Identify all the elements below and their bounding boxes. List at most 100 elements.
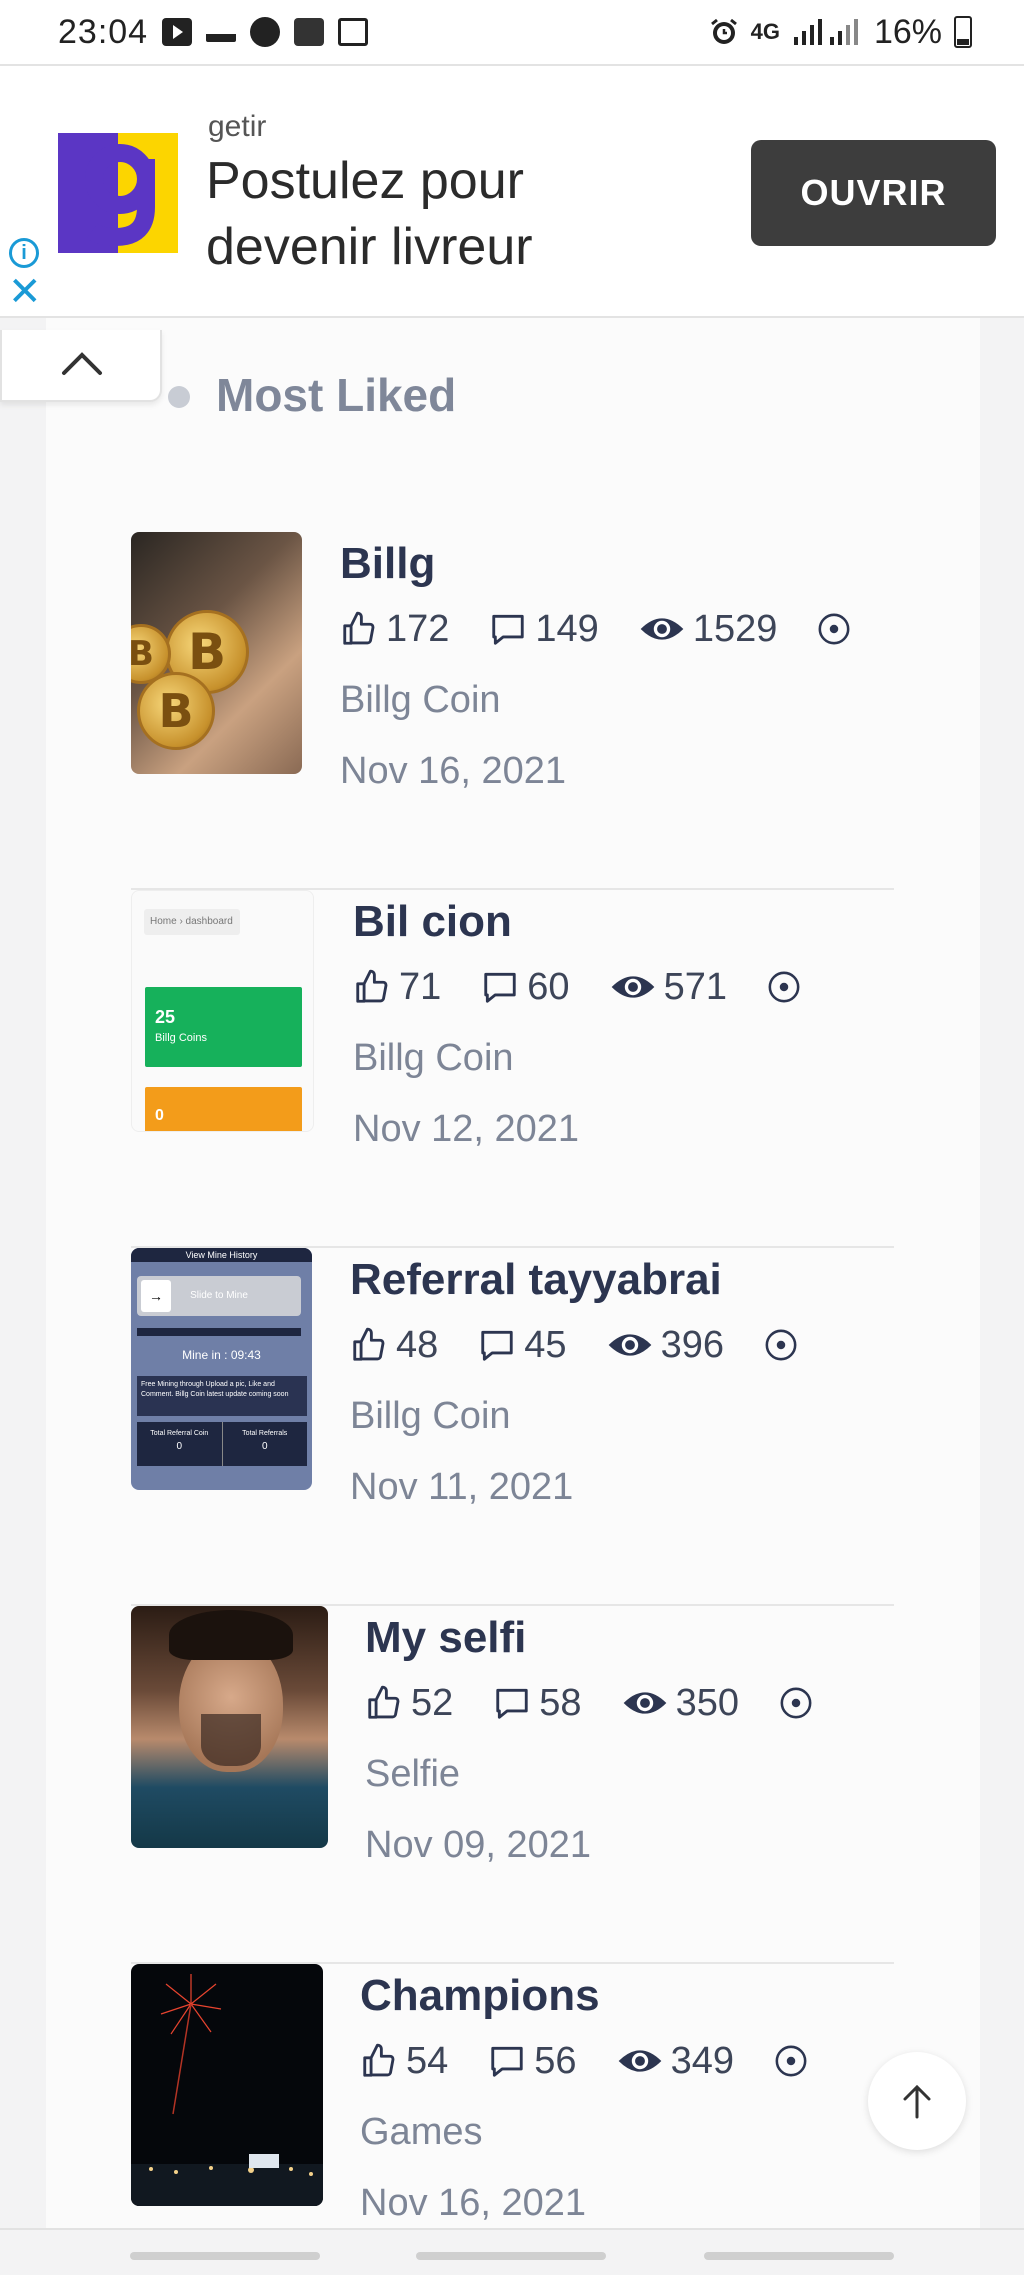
post-date: Nov 09, 2021 xyxy=(365,1824,592,1866)
eye-icon xyxy=(640,618,684,640)
target-icon[interactable] xyxy=(774,2044,808,2078)
thumb-left-value: 0 xyxy=(176,1441,183,1452)
post-stats: 172 149 1529 xyxy=(340,594,851,664)
thumb-green-value: 25 xyxy=(155,1007,176,1027)
like-stat[interactable]: 71 xyxy=(353,966,441,1009)
like-stat[interactable]: 48 xyxy=(350,1324,438,1367)
thumb-totals: Total Referral Coin 0 Total Referrals 0 xyxy=(137,1422,307,1466)
thumbs-up-icon xyxy=(343,611,375,645)
post-category[interactable]: Billg Coin xyxy=(350,1380,798,1452)
post-body: Champions 54 56 349 Games Nov 16, 2021 xyxy=(360,1964,808,2238)
eye-icon xyxy=(611,976,654,998)
target-icon[interactable] xyxy=(779,1686,813,1720)
like-stat[interactable]: 172 xyxy=(340,608,449,651)
circle-app-icon xyxy=(250,17,281,47)
thumb-timer: Mine in : 09:43 xyxy=(182,1348,261,1362)
collapse-ad-button[interactable] xyxy=(0,330,162,402)
ad-open-button[interactable]: OUVRIR xyxy=(751,140,996,246)
like-stat[interactable]: 54 xyxy=(360,2040,448,2083)
post-thumbnail[interactable] xyxy=(131,1964,323,2206)
target-icon[interactable] xyxy=(767,970,801,1004)
target-icon[interactable] xyxy=(764,1328,798,1362)
post-title[interactable]: Champions xyxy=(360,1966,808,2026)
status-bar: 23:04 4G 16% xyxy=(0,0,1024,64)
arrow-right-icon: → xyxy=(141,1280,171,1312)
post-title[interactable]: Referral tayyabrai xyxy=(350,1250,798,1310)
app-icon xyxy=(294,18,325,46)
battery-icon xyxy=(954,16,972,48)
comment-stat[interactable]: 56 xyxy=(488,2039,577,2083)
like-count: 54 xyxy=(406,2039,449,2082)
post-title[interactable]: Billg xyxy=(340,534,851,594)
post-title[interactable]: My selfi xyxy=(365,1608,813,1668)
thumbs-up-icon xyxy=(368,1685,400,1719)
comment-icon xyxy=(481,1330,513,1361)
thumb-green-label: Billg Coins xyxy=(155,1032,207,1044)
signal-icon xyxy=(793,19,858,45)
post-thumbnail[interactable]: View Mine History Slide to Mine → Mine i… xyxy=(131,1248,312,1490)
ad-close-icon[interactable]: ✕ xyxy=(8,272,42,312)
nav-recents-button[interactable] xyxy=(130,2252,320,2260)
comment-icon xyxy=(491,2046,523,2077)
section-title: Most Liked xyxy=(216,369,457,421)
like-count: 48 xyxy=(396,1323,439,1366)
network-label: 4G xyxy=(750,19,780,44)
post-category[interactable]: Selfie xyxy=(365,1738,813,1810)
view-count: 1529 xyxy=(692,607,778,650)
comment-icon xyxy=(496,1688,528,1719)
post-item[interactable]: Home › dashboard 25 Billg Coins 0 Bil ci… xyxy=(131,890,894,1248)
post-item[interactable]: B B B Billg 172 149 1529 Billg Coin Nov … xyxy=(131,532,894,890)
post-body: Billg 172 149 1529 Billg Coin Nov 16, 20… xyxy=(340,532,851,806)
comment-count: 58 xyxy=(539,1681,582,1724)
post-item[interactable]: My selfi 52 58 350 Selfie Nov 09, 2021 xyxy=(131,1606,894,1964)
view-count: 349 xyxy=(670,2039,734,2082)
thumb-right-label: Total Referrals xyxy=(242,1430,288,1437)
fireworks-image xyxy=(131,1974,323,2206)
comment-icon xyxy=(484,972,516,1003)
youtube-icon xyxy=(162,18,193,46)
thumb-orange-tile: 0 xyxy=(145,1087,302,1131)
battery-label: 16% xyxy=(873,12,942,51)
post-thumbnail[interactable] xyxy=(131,1606,328,1848)
ad-banner[interactable]: getir Postulez pour devenir livreur OUVR… xyxy=(0,64,1024,318)
tray-icon xyxy=(206,22,237,42)
ad-headline[interactable]: Postulez pour devenir livreur xyxy=(206,148,566,280)
eye-icon xyxy=(618,2050,661,2072)
view-stat: 350 xyxy=(622,1682,739,1725)
comment-count: 60 xyxy=(527,965,570,1008)
logo-letter-icon xyxy=(85,144,155,247)
post-category[interactable]: Games xyxy=(360,2096,808,2168)
post-category[interactable]: Billg Coin xyxy=(353,1022,801,1094)
post-item[interactable]: View Mine History Slide to Mine → Mine i… xyxy=(131,1248,894,1606)
post-thumbnail[interactable]: B B B xyxy=(131,532,302,774)
getir-logo xyxy=(58,133,178,253)
comment-stat[interactable]: 58 xyxy=(493,1681,582,1725)
chevron-up-icon xyxy=(62,352,102,375)
target-icon[interactable] xyxy=(817,612,851,646)
nav-home-button[interactable] xyxy=(416,2252,606,2260)
thumb-note: Free Mining through Upload a pic, Like a… xyxy=(137,1376,307,1416)
system-nav-bar xyxy=(0,2228,1024,2275)
post-stats: 54 56 349 xyxy=(360,2026,808,2096)
comment-stat[interactable]: 60 xyxy=(481,965,570,1009)
view-stat: 571 xyxy=(610,966,727,1009)
post-stats: 71 60 571 xyxy=(353,952,801,1022)
scroll-to-top-button[interactable] xyxy=(868,2052,966,2150)
post-title[interactable]: Bil cion xyxy=(353,892,801,952)
post-body: My selfi 52 58 350 Selfie Nov 09, 2021 xyxy=(365,1606,813,1880)
post-body: Referral tayyabrai 48 45 396 Billg Coin … xyxy=(350,1248,798,1522)
ad-info-icon[interactable]: i xyxy=(9,238,39,268)
section-dot xyxy=(168,386,190,408)
nav-back-button[interactable] xyxy=(704,2252,894,2260)
hair-shape xyxy=(169,1610,293,1660)
comment-stat[interactable]: 45 xyxy=(478,1324,567,1367)
comment-count: 149 xyxy=(535,607,599,650)
comment-stat[interactable]: 149 xyxy=(489,607,599,651)
post-thumbnail[interactable]: Home › dashboard 25 Billg Coins 0 xyxy=(131,890,314,1132)
status-time: 23:04 xyxy=(58,12,149,51)
comment-icon xyxy=(492,614,525,645)
post-category[interactable]: Billg Coin xyxy=(340,664,851,736)
like-stat[interactable]: 52 xyxy=(365,1682,453,1725)
comment-count: 56 xyxy=(534,2039,577,2082)
thumb-progress xyxy=(137,1328,301,1336)
